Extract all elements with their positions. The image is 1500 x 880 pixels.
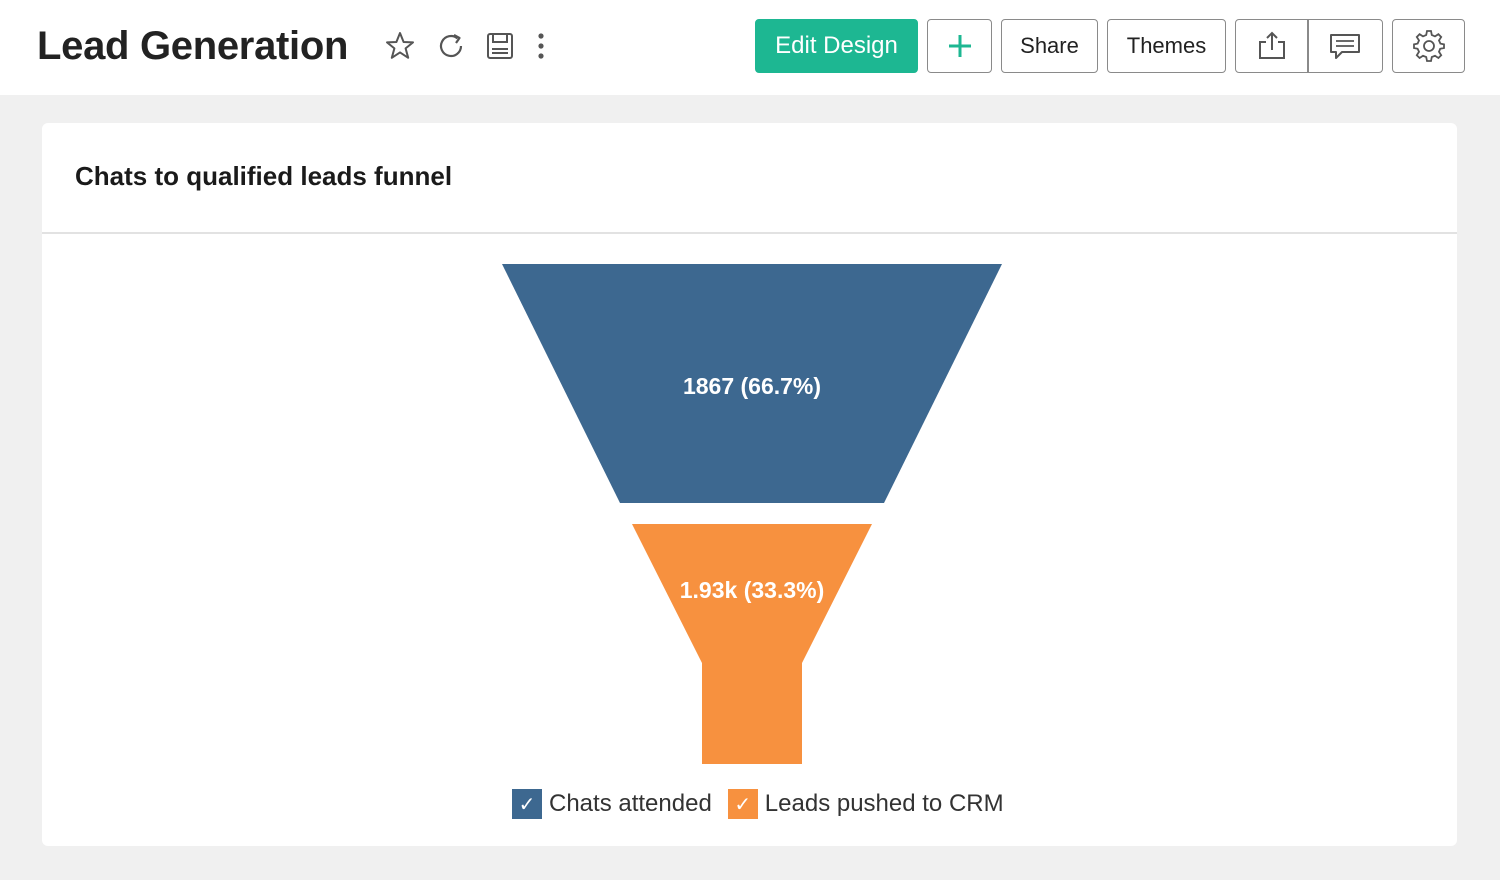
- export-icon[interactable]: [1254, 28, 1290, 64]
- funnel-data-label: 1.93k (33.3%): [680, 577, 824, 603]
- comment-icon[interactable]: [1327, 28, 1363, 64]
- page-title: Lead Generation: [37, 24, 349, 68]
- top-toolbar: Lead Generation Edit Design Share Themes: [0, 0, 1500, 95]
- themes-button[interactable]: Themes: [1107, 19, 1226, 73]
- chart-card: Chats to qualified leads funnel 1867 (66…: [42, 123, 1457, 846]
- gear-icon: [1412, 30, 1445, 62]
- funnel-segment-2[interactable]: [632, 524, 872, 764]
- legend-item-chats-attended[interactable]: ✓ Chats attended: [512, 789, 712, 819]
- share-button[interactable]: Share: [1001, 19, 1098, 73]
- star-icon[interactable]: [382, 28, 418, 64]
- refresh-icon[interactable]: [433, 28, 469, 64]
- edit-design-button[interactable]: Edit Design: [755, 19, 918, 73]
- checkbox-checked-icon: ✓: [512, 789, 542, 819]
- legend-item-leads-pushed[interactable]: ✓ Leads pushed to CRM: [727, 789, 1004, 819]
- legend-label: Leads pushed to CRM: [764, 790, 1004, 817]
- funnel-data-label: 1867 (66.7%): [683, 373, 821, 399]
- save-icon[interactable]: [482, 28, 518, 64]
- more-vertical-icon[interactable]: [523, 28, 559, 64]
- chart-legend: ✓ Chats attended ✓ Leads pushed to CRM: [512, 789, 1020, 819]
- button-group-divider: [1307, 20, 1309, 72]
- checkbox-checked-icon: ✓: [727, 789, 758, 819]
- settings-button[interactable]: [1392, 19, 1465, 73]
- plus-icon: [948, 35, 971, 57]
- legend-label: Chats attended: [549, 790, 712, 817]
- add-button[interactable]: [927, 19, 992, 73]
- funnel-chart: 1867 (66.7%) 1.93k (33.3%): [502, 264, 1002, 764]
